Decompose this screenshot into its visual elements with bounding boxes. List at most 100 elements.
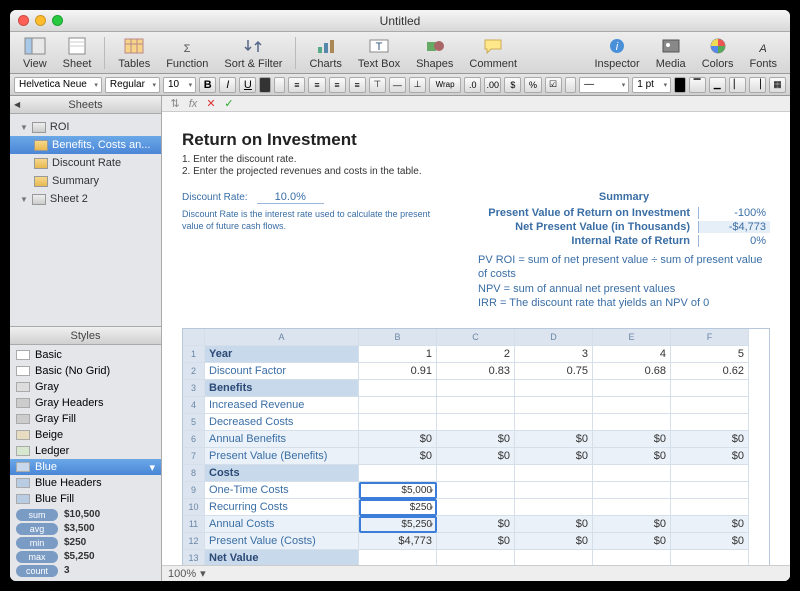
fill-color-button[interactable] bbox=[565, 77, 576, 93]
cell[interactable]: $0 bbox=[593, 533, 671, 550]
colors-button[interactable]: Colors bbox=[695, 33, 741, 72]
cell[interactable]: 3 bbox=[515, 346, 593, 363]
row-header[interactable]: 13 bbox=[183, 550, 205, 565]
row-header[interactable]: 7 bbox=[183, 448, 205, 465]
cell[interactable] bbox=[515, 380, 593, 397]
col-header[interactable]: Benefits, Costs and Value (in Thousands)… bbox=[359, 329, 437, 346]
cell[interactable]: Recurring Costs bbox=[205, 499, 359, 516]
cell[interactable]: Benefits bbox=[205, 380, 359, 397]
cell[interactable]: Present Value (Costs) bbox=[205, 533, 359, 550]
cell[interactable]: $0 bbox=[593, 448, 671, 465]
border-left-button[interactable]: ▏ bbox=[729, 77, 746, 93]
fx-accept-icon[interactable]: ✓ bbox=[220, 97, 238, 110]
cell[interactable]: $5,000 bbox=[359, 482, 437, 499]
cell[interactable] bbox=[671, 380, 749, 397]
cell[interactable]: $4,773 bbox=[359, 533, 437, 550]
cell[interactable]: Annual Benefits bbox=[205, 431, 359, 448]
cell[interactable] bbox=[437, 397, 515, 414]
align-left-button[interactable]: ≡ bbox=[288, 77, 305, 93]
cell[interactable] bbox=[671, 465, 749, 482]
cell[interactable]: $5,250 bbox=[359, 516, 437, 533]
style-blue[interactable]: Blue▾ bbox=[10, 459, 161, 475]
fonts-button[interactable]: AFonts bbox=[742, 33, 784, 72]
cell[interactable]: Net Value bbox=[205, 550, 359, 565]
sidebar-item-roi[interactable]: ▼ROI bbox=[10, 118, 161, 136]
font-family-select[interactable]: Helvetica Neue bbox=[14, 77, 102, 93]
cell[interactable] bbox=[437, 414, 515, 431]
zoom-value[interactable]: 100% bbox=[168, 568, 196, 580]
style-gray-fill[interactable]: Gray Fill bbox=[10, 411, 161, 427]
shapes-button[interactable]: Shapes bbox=[409, 33, 460, 72]
cell[interactable] bbox=[515, 482, 593, 499]
row-header[interactable]: 11 bbox=[183, 516, 205, 533]
cell[interactable] bbox=[593, 414, 671, 431]
bg-color-button[interactable] bbox=[274, 77, 285, 93]
row-header[interactable]: 6 bbox=[183, 431, 205, 448]
cell[interactable]: Increased Revenue bbox=[205, 397, 359, 414]
cell[interactable]: $0 bbox=[515, 431, 593, 448]
cell[interactable]: $0 bbox=[359, 448, 437, 465]
cell[interactable]: $0 bbox=[359, 431, 437, 448]
sidebar-item-benefits-costs-an-[interactable]: Benefits, Costs an... bbox=[10, 136, 161, 154]
fx-cancel-icon[interactable]: ✕ bbox=[202, 97, 220, 110]
media-button[interactable]: Media bbox=[649, 33, 693, 72]
view-button[interactable]: View bbox=[16, 33, 54, 72]
border-top-button[interactable]: ▔ bbox=[689, 77, 706, 93]
cell[interactable]: One-Time Costs bbox=[205, 482, 359, 499]
cell[interactable]: $250 bbox=[359, 499, 437, 516]
wrap-button[interactable]: Wrap bbox=[429, 77, 461, 93]
row-header[interactable]: 10 bbox=[183, 499, 205, 516]
valign-bot-button[interactable]: ⊥ bbox=[409, 77, 426, 93]
cell[interactable] bbox=[515, 397, 593, 414]
cell[interactable] bbox=[359, 465, 437, 482]
cell[interactable] bbox=[515, 550, 593, 565]
cell[interactable]: 4 bbox=[593, 346, 671, 363]
cell[interactable]: Decreased Costs bbox=[205, 414, 359, 431]
sort-filter-button[interactable]: Sort & Filter bbox=[217, 33, 289, 72]
inspector-button[interactable]: iInspector bbox=[587, 33, 646, 72]
align-right-button[interactable]: ≡ bbox=[329, 77, 346, 93]
cell[interactable] bbox=[593, 380, 671, 397]
cell[interactable]: $0 bbox=[437, 448, 515, 465]
row-header[interactable]: 5 bbox=[183, 414, 205, 431]
cell[interactable] bbox=[437, 499, 515, 516]
sheet-button[interactable]: Sheet bbox=[56, 33, 99, 72]
charts-button[interactable]: Charts bbox=[302, 33, 348, 72]
row-header[interactable]: 4 bbox=[183, 397, 205, 414]
formula-bar[interactable]: ⇅ fx ✕ ✓ bbox=[162, 96, 790, 112]
function-button[interactable]: ΣFunction bbox=[159, 33, 215, 72]
valign-top-button[interactable]: ⊤ bbox=[369, 77, 386, 93]
decimals-dec-button[interactable]: .00 bbox=[484, 77, 501, 93]
align-center-button[interactable]: ≡ bbox=[308, 77, 325, 93]
cell[interactable]: $0 bbox=[437, 533, 515, 550]
cell[interactable]: $0 bbox=[515, 448, 593, 465]
cell[interactable] bbox=[437, 482, 515, 499]
percent-button[interactable]: % bbox=[524, 77, 541, 93]
cell[interactable]: $0 bbox=[671, 533, 749, 550]
cell[interactable] bbox=[359, 550, 437, 565]
cell[interactable]: Costs bbox=[205, 465, 359, 482]
sidebar-item-discount-rate[interactable]: Discount Rate bbox=[10, 154, 161, 172]
cell[interactable]: 0.91 bbox=[359, 363, 437, 380]
cell[interactable]: 1 bbox=[359, 346, 437, 363]
italic-button[interactable]: I bbox=[219, 77, 236, 93]
cell[interactable] bbox=[593, 465, 671, 482]
col-header[interactable]: A bbox=[205, 329, 359, 346]
discount-rate-value[interactable]: 10.0% bbox=[257, 191, 324, 204]
row-header[interactable]: 9 bbox=[183, 482, 205, 499]
cell[interactable] bbox=[437, 550, 515, 565]
col-header[interactable]: D bbox=[515, 329, 593, 346]
cell[interactable]: $0 bbox=[671, 431, 749, 448]
style-blue-fill[interactable]: Blue Fill bbox=[10, 491, 161, 505]
cell[interactable]: Present Value (Benefits) bbox=[205, 448, 359, 465]
cell[interactable]: $0 bbox=[593, 516, 671, 533]
col-header[interactable]: F bbox=[671, 329, 749, 346]
underline-button[interactable]: U bbox=[239, 77, 256, 93]
cell[interactable] bbox=[593, 550, 671, 565]
cell[interactable] bbox=[671, 499, 749, 516]
cell[interactable]: Year bbox=[205, 346, 359, 363]
cell[interactable]: $0 bbox=[515, 533, 593, 550]
text-color-button[interactable] bbox=[259, 77, 270, 93]
cell[interactable]: 0.62 bbox=[671, 363, 749, 380]
cell[interactable] bbox=[593, 482, 671, 499]
